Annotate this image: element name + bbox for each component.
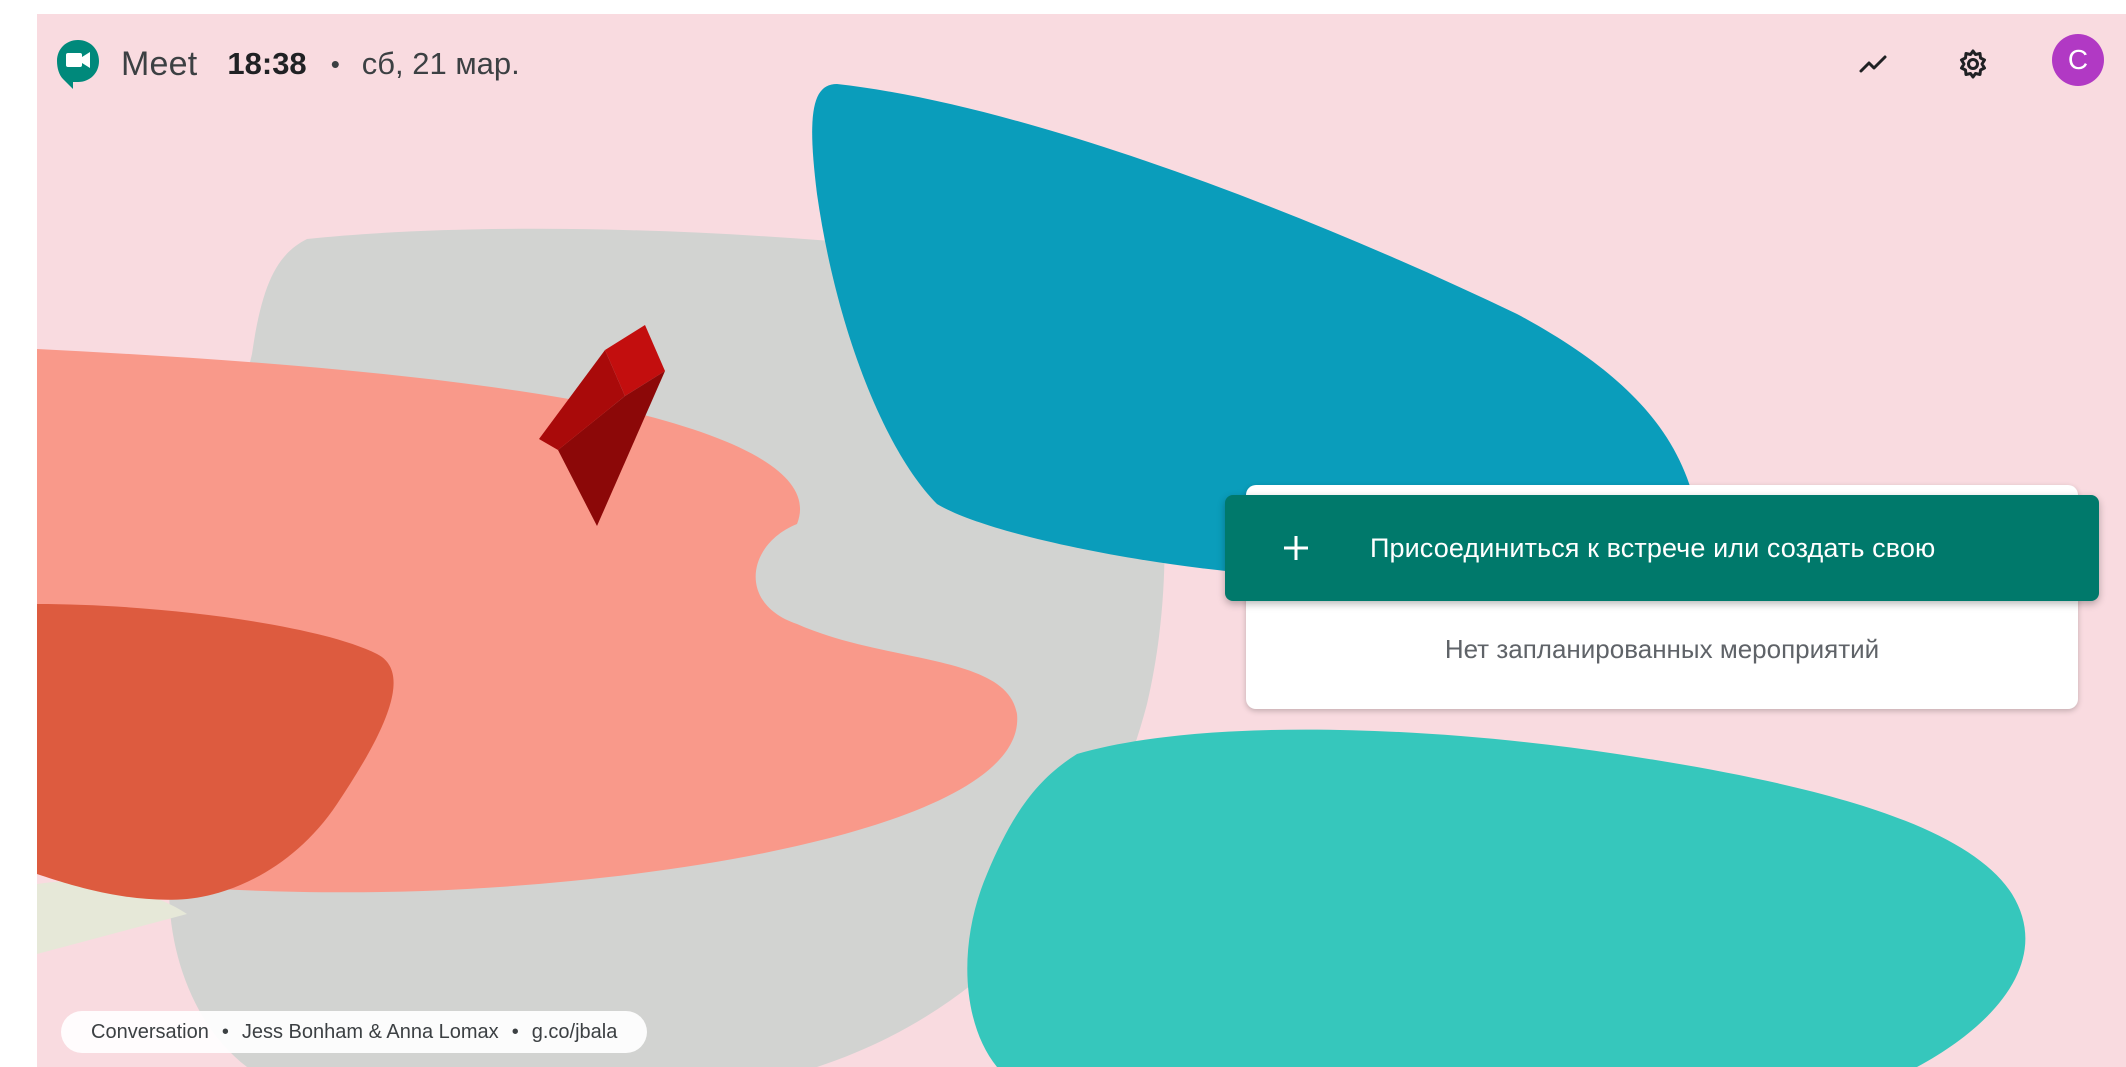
join-or-create-meeting-button[interactable]: Присоединиться к встрече или создать сво… [1225,495,2099,601]
time-date-separator: • [330,48,340,79]
analytics-button[interactable] [1848,39,1898,89]
artwork-credit: Conversation • Jess Bonham & Anna Lomax … [61,1011,648,1053]
current-date: сб, 21 мар. [361,46,520,81]
credit-title: Conversation [91,1020,209,1043]
meet-logo-icon [57,40,99,89]
credit-artists: Jess Bonham & Anna Lomax [241,1020,499,1043]
avatar[interactable]: C [2052,34,2104,86]
credit-separator: • [511,1020,519,1043]
credit-separator: • [221,1020,229,1043]
clock-time: 18:38 [227,46,307,81]
meet-home-screen: Meet 18:38 • сб, 21 мар. C Присоединитьс… [37,14,2126,1067]
gear-icon [1960,49,1986,79]
app-name: Meet [121,44,198,83]
header-brand: Meet 18:38 • сб, 21 мар. [55,36,520,92]
settings-button[interactable] [1948,39,1998,89]
plus-icon [1284,536,1308,560]
credit-link[interactable]: g.co/jbala [532,1021,618,1044]
analytics-icon [1859,55,1887,73]
empty-state-text: Нет запланированных мероприятий [1444,634,1880,664]
join-button-label: Присоединиться к встрече или создать сво… [1370,532,1936,563]
